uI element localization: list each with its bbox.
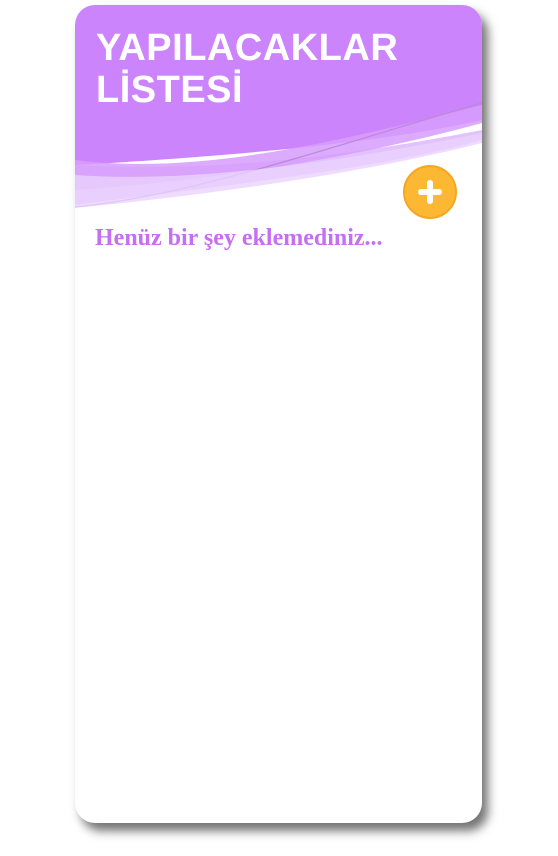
title-line-1: YAPILACAKLAR [96, 27, 399, 69]
page: YAPILACAKLAR LİSTESİ Henüz bir şey eklem… [0, 0, 558, 856]
title-line-2: LİSTESİ [96, 69, 244, 111]
plus-icon [418, 180, 442, 204]
todo-card: YAPILACAKLAR LİSTESİ Henüz bir şey eklem… [75, 5, 482, 823]
empty-list-message: Henüz bir şey eklemediniz... [95, 225, 383, 251]
add-todo-button[interactable] [403, 165, 457, 219]
page-title: YAPILACAKLAR LİSTESİ [96, 27, 398, 111]
